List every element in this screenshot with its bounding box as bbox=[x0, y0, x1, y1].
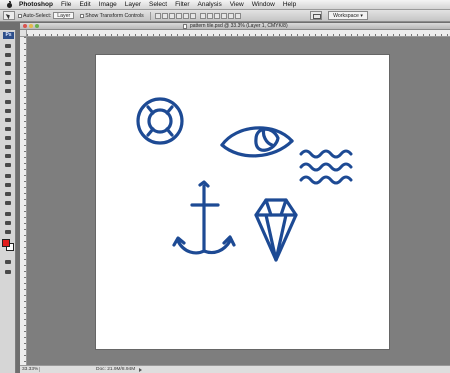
type-tool-icon[interactable] bbox=[3, 181, 13, 189]
menu-app-name[interactable]: Photoshop bbox=[19, 1, 53, 8]
dodge-tool-icon[interactable] bbox=[3, 161, 13, 169]
brush-tool-icon[interactable] bbox=[3, 107, 13, 115]
marquee-tool-icon[interactable] bbox=[3, 51, 13, 59]
show-transform-checkbox[interactable] bbox=[80, 13, 85, 18]
menu-view[interactable]: View bbox=[230, 1, 244, 8]
artboard[interactable] bbox=[96, 55, 389, 349]
window-controls bbox=[23, 24, 39, 28]
document-title-bar[interactable]: pattern tile.psd @ 33.3% (Layer 1, CMYK/… bbox=[20, 23, 450, 30]
menu-layer[interactable]: Layer bbox=[125, 1, 141, 8]
workspace-dropdown[interactable]: Workspace ▾ bbox=[328, 11, 368, 20]
screen-mode-icon[interactable] bbox=[3, 268, 13, 276]
toolbox: Ps bbox=[0, 30, 16, 373]
healing-brush-tool-icon[interactable] bbox=[3, 98, 13, 106]
eye-icon bbox=[220, 126, 294, 158]
menu-filter[interactable]: Filter bbox=[175, 1, 189, 8]
show-transform-label: Show Transform Controls bbox=[85, 12, 144, 19]
photoshop-logo[interactable]: Ps bbox=[3, 32, 14, 39]
waves-icon bbox=[299, 149, 353, 185]
align-center-icon[interactable] bbox=[182, 12, 189, 19]
path-selection-tool-icon[interactable] bbox=[3, 190, 13, 198]
lasso-tool-icon[interactable] bbox=[3, 60, 13, 68]
gradient-tool-icon[interactable] bbox=[3, 143, 13, 151]
document-window: pattern tile.psd @ 33.3% (Layer 1, CMYK/… bbox=[20, 23, 450, 373]
pen-tool-icon[interactable] bbox=[3, 172, 13, 180]
distribute-bottom-icon[interactable] bbox=[213, 12, 220, 19]
move-tool-preset-icon[interactable] bbox=[3, 11, 15, 20]
distribute-left-icon[interactable] bbox=[220, 12, 227, 19]
canvas-pasteboard[interactable] bbox=[28, 38, 450, 365]
diamond-icon bbox=[254, 198, 298, 262]
options-bar: Auto-Select: Layer Show Transform Contro… bbox=[0, 10, 450, 22]
zoom-icon[interactable] bbox=[35, 24, 39, 28]
menu-analysis[interactable]: Analysis bbox=[198, 1, 222, 8]
history-brush-tool-icon[interactable] bbox=[3, 125, 13, 133]
align-top-icon[interactable] bbox=[154, 12, 161, 19]
anchor-icon bbox=[172, 180, 236, 255]
align-middle-icon[interactable] bbox=[161, 12, 168, 19]
artwork bbox=[136, 97, 353, 262]
magic-wand-tool-icon[interactable] bbox=[3, 69, 13, 77]
ruler-origin[interactable] bbox=[20, 30, 27, 37]
zoom-tool-icon[interactable] bbox=[3, 228, 13, 236]
distribute-middle-icon[interactable] bbox=[206, 12, 213, 19]
blur-tool-icon[interactable] bbox=[3, 152, 13, 160]
crop-tool-icon[interactable] bbox=[3, 78, 13, 86]
bridge-icon[interactable] bbox=[310, 11, 323, 20]
eraser-tool-icon[interactable] bbox=[3, 134, 13, 142]
align-right-icon[interactable] bbox=[189, 12, 196, 19]
align-buttons bbox=[154, 12, 196, 19]
menu-image[interactable]: Image bbox=[99, 1, 117, 8]
menu-help[interactable]: Help bbox=[283, 1, 296, 8]
auto-select-dropdown[interactable]: Layer bbox=[53, 12, 75, 19]
document-info: Doc: 21.9M/8.94M bbox=[96, 367, 136, 372]
auto-select-label: Auto-Select: bbox=[23, 12, 52, 19]
auto-select-checkbox[interactable] bbox=[18, 13, 22, 18]
vertical-ruler[interactable] bbox=[20, 37, 27, 365]
distribute-buttons bbox=[199, 12, 241, 19]
quick-mask-icon[interactable] bbox=[3, 258, 13, 266]
status-bar: 33.33% Doc: 21.9M/8.94M bbox=[20, 365, 450, 373]
menu-select[interactable]: Select bbox=[149, 1, 167, 8]
hand-tool-icon[interactable] bbox=[3, 219, 13, 227]
move-tool-icon[interactable] bbox=[3, 42, 13, 50]
distribute-right-icon[interactable] bbox=[234, 12, 241, 19]
document-icon bbox=[183, 24, 187, 29]
menu-bar: Photoshop File Edit Image Layer Select F… bbox=[0, 0, 450, 10]
slice-tool-icon[interactable] bbox=[3, 87, 13, 95]
align-bottom-icon[interactable] bbox=[168, 12, 175, 19]
foreground-color-swatch[interactable] bbox=[2, 239, 10, 247]
align-left-icon[interactable] bbox=[175, 12, 182, 19]
ink-drawings bbox=[136, 97, 353, 262]
zoom-level[interactable]: 33.33% bbox=[22, 367, 40, 372]
menu-file[interactable]: File bbox=[61, 1, 71, 8]
minimize-icon[interactable] bbox=[29, 24, 33, 28]
clone-stamp-tool-icon[interactable] bbox=[3, 116, 13, 124]
distribute-center-icon[interactable] bbox=[227, 12, 234, 19]
close-icon[interactable] bbox=[23, 24, 27, 28]
3d-tool-icon[interactable] bbox=[3, 210, 13, 218]
menu-window[interactable]: Window bbox=[252, 1, 275, 8]
shape-tool-icon[interactable] bbox=[3, 199, 13, 207]
status-menu-arrow-icon[interactable] bbox=[139, 367, 143, 372]
apple-icon[interactable] bbox=[6, 0, 13, 9]
lifebuoy-icon bbox=[136, 97, 184, 145]
distribute-top-icon[interactable] bbox=[199, 12, 206, 19]
menu-edit[interactable]: Edit bbox=[79, 1, 90, 8]
horizontal-ruler[interactable] bbox=[27, 30, 450, 37]
document-title: pattern tile.psd @ 33.3% (Layer 1, CMYK/… bbox=[190, 23, 288, 29]
options-divider bbox=[149, 11, 151, 20]
